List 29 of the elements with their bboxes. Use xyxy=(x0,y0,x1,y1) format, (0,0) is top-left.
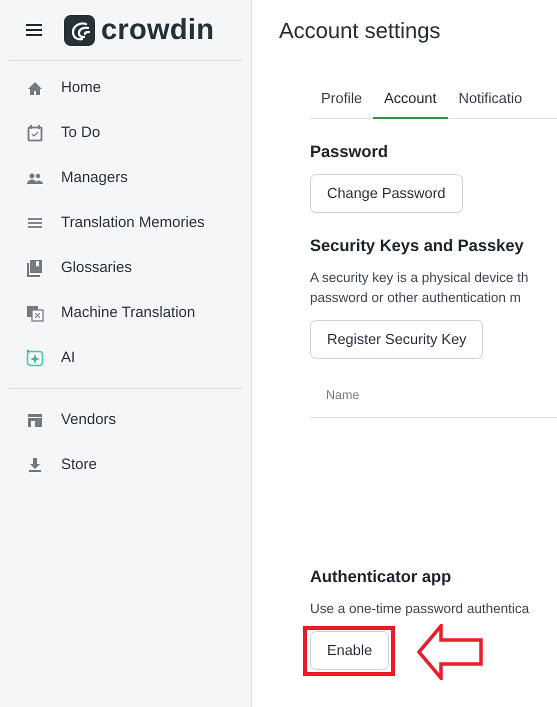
menu-icon[interactable] xyxy=(26,24,42,36)
action-button[interactable]: Register Security Key xyxy=(310,320,484,359)
page-title: Account settings xyxy=(279,18,442,44)
section-heading: Authenticator app xyxy=(310,568,452,587)
nav-item[interactable]: Translation Memories xyxy=(0,200,251,245)
nav-item[interactable]: To Do xyxy=(0,110,251,155)
action-button[interactable]: Enable xyxy=(310,631,390,670)
nav-item[interactable]: Machine Translation xyxy=(0,290,251,335)
nav-item[interactable]: Store xyxy=(0,442,251,487)
logo-icon xyxy=(64,14,95,46)
tab[interactable]: Profile xyxy=(310,80,374,119)
section-description: A security key is a physical device th password or other authentication m xyxy=(310,269,530,307)
calendar-icon xyxy=(25,122,45,142)
arrow-icon xyxy=(417,624,485,680)
nav-item[interactable]: Vendors xyxy=(0,397,251,442)
tab[interactable]: Account xyxy=(373,80,448,119)
section-description: Use a one-time password authentica xyxy=(310,600,530,618)
tab[interactable]: Notificatio xyxy=(448,80,534,119)
sparkle-icon xyxy=(25,348,45,368)
section-heading: Security Keys and Passkey xyxy=(310,237,525,256)
logo-text: crowdin xyxy=(101,14,214,46)
column-header: Name xyxy=(326,388,360,402)
nav-item[interactable]: AI xyxy=(0,335,251,380)
section-heading: Password xyxy=(310,143,389,162)
book-icon xyxy=(25,258,45,278)
action-button[interactable]: Change Password xyxy=(310,174,462,213)
nav-item[interactable]: Home xyxy=(0,65,251,110)
nav-item[interactable]: Managers xyxy=(0,155,251,200)
nav-item[interactable]: Glossaries xyxy=(0,245,251,290)
